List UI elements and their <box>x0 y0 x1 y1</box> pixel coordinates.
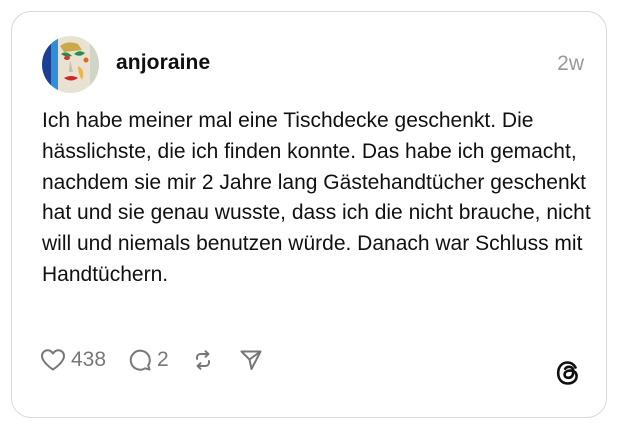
reply-button[interactable]: 2 <box>128 348 169 372</box>
like-count: 438 <box>71 348 107 371</box>
post-text: Ich habe meiner mal eine Tischdecke gesc… <box>42 109 591 286</box>
post-card: anjoraine 2w Ich habe meiner mal eine Ti… <box>11 11 607 418</box>
action-bar: 438 2 <box>40 345 263 375</box>
send-icon <box>240 350 262 370</box>
reply-count: 2 <box>157 348 169 371</box>
timestamp: 2w <box>557 52 584 75</box>
avatar[interactable] <box>42 36 99 93</box>
repost-icon <box>195 350 210 370</box>
threads-logo-glyph <box>556 361 578 385</box>
avatar-image <box>42 36 99 93</box>
username-link[interactable]: anjoraine <box>116 51 210 75</box>
repost-button[interactable] <box>191 348 215 372</box>
speech-bubble-icon <box>129 349 151 371</box>
threads-logo-icon[interactable] <box>554 359 582 387</box>
heart-icon <box>41 349 65 371</box>
share-button[interactable] <box>239 348 263 372</box>
like-button[interactable]: 438 <box>40 348 106 372</box>
